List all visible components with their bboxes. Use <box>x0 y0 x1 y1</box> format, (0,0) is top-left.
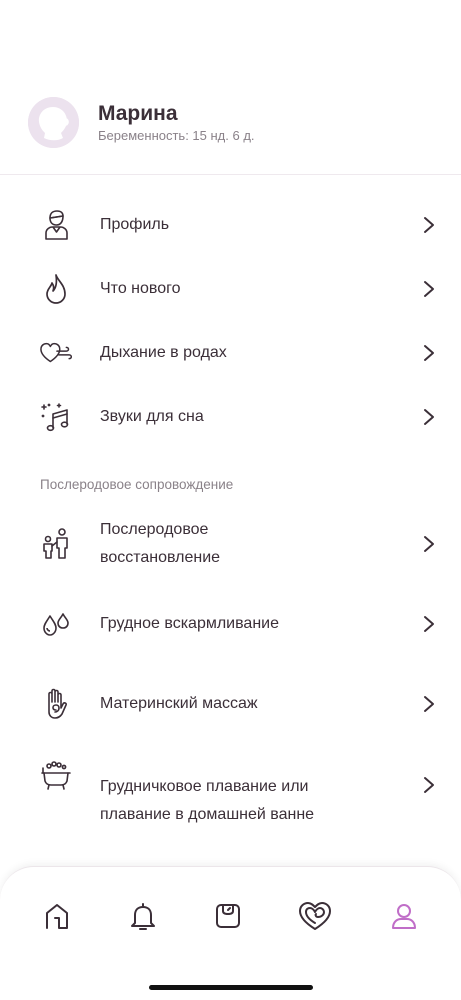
menu-item-massage[interactable]: Материнский массаж <box>0 674 461 734</box>
chevron-right-icon <box>424 281 434 297</box>
milk-drops-icon <box>40 608 72 640</box>
menu-item-label: Профиль <box>100 216 170 233</box>
divider <box>0 174 461 175</box>
menu-item-baby-swimming[interactable]: Грудничковое плавание или плавание в дом… <box>0 758 461 844</box>
section-title-postpartum: Послеродовое сопровождение <box>40 477 234 492</box>
menu-item-postpartum-recovery[interactable]: Послеродовое восстановление <box>0 514 461 574</box>
menu-item-label: Что нового <box>100 280 181 297</box>
pregnancy-status: Беременность: 15 нд. 6 д. <box>98 127 255 143</box>
music-note-icon <box>40 401 72 433</box>
avatar <box>28 96 79 148</box>
chevron-right-icon <box>424 409 434 425</box>
menu-item-label: Дыхание в родах <box>100 344 227 361</box>
profile-name: Марина <box>98 101 178 125</box>
chevron-right-icon <box>424 777 434 793</box>
profile-icon <box>40 209 72 241</box>
menu-item-whats-new[interactable]: Что нового <box>0 274 461 304</box>
menu-item-label: Грудничковое плавание или плавание в дом… <box>100 778 315 823</box>
home-icon <box>46 904 68 929</box>
menu-item-label: Послеродовое восстановление <box>100 521 221 566</box>
avatar-silhouette-icon <box>28 96 79 148</box>
menu-item-label: Грудное вскармливание <box>100 615 279 632</box>
chevron-right-icon <box>424 345 434 361</box>
chevron-right-icon <box>424 217 434 233</box>
chevron-right-icon <box>424 616 434 632</box>
bell-icon <box>131 903 155 930</box>
menu-item-label: Звуки для сна <box>100 408 204 425</box>
tab-scale[interactable] <box>211 899 245 933</box>
chevron-right-icon <box>424 696 434 712</box>
heart-breath-icon <box>40 337 72 369</box>
tab-notifications[interactable] <box>126 899 160 933</box>
parent-child-icon <box>40 528 72 560</box>
menu-item-breastfeeding[interactable]: Грудное вскармливание <box>0 594 461 654</box>
menu-item-profile[interactable]: Профиль <box>0 210 461 240</box>
tab-profile[interactable] <box>387 899 421 933</box>
tab-home[interactable] <box>40 899 74 933</box>
flame-icon <box>40 273 72 305</box>
heart-swirl-icon <box>299 902 331 930</box>
bathtub-icon <box>40 760 72 792</box>
person-icon <box>392 904 416 929</box>
home-indicator <box>149 985 313 990</box>
menu-item-breathing[interactable]: Дыхание в родах <box>0 338 461 368</box>
scale-icon <box>216 904 240 928</box>
tab-health[interactable] <box>298 899 332 933</box>
menu-item-sleep-sounds[interactable]: Звуки для сна <box>0 402 461 432</box>
menu-item-label: Материнский массаж <box>100 695 258 712</box>
chevron-right-icon <box>424 536 434 552</box>
hand-spiral-icon <box>40 688 72 720</box>
profile-header[interactable]: Марина Беременность: 15 нд. 6 д. <box>28 96 461 148</box>
tab-bar <box>0 866 461 1000</box>
